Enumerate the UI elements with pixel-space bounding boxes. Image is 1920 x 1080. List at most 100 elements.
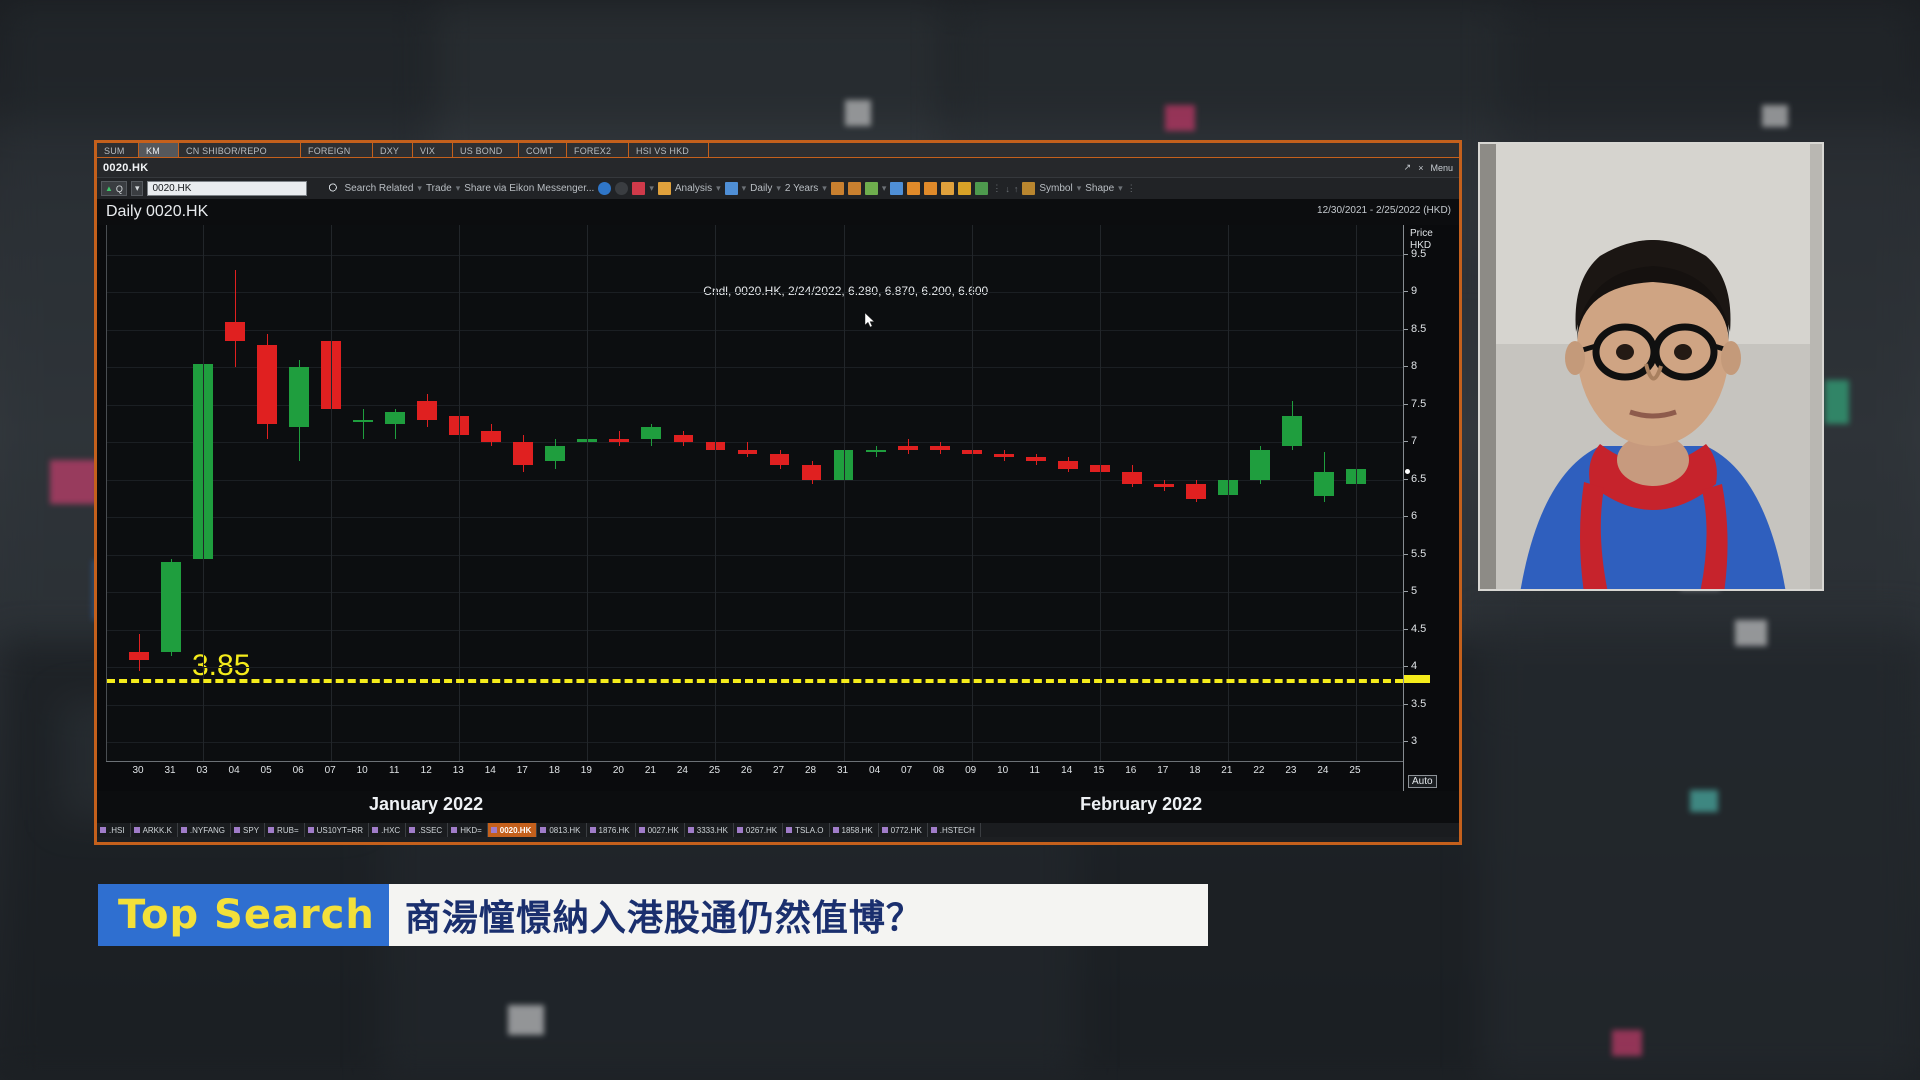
redo-icon[interactable] <box>615 182 628 195</box>
workspace-tab-comt[interactable]: COMT <box>519 143 567 157</box>
background-light <box>1165 105 1195 131</box>
watchlist-item[interactable]: US10YT=RR <box>305 823 369 837</box>
share-messenger-button[interactable]: Share via Eikon Messenger... <box>464 183 594 194</box>
watchlist-label: TSLA.O <box>795 826 823 835</box>
candle-body <box>898 446 918 450</box>
watchlist-swatch <box>688 827 694 833</box>
collapse-horizontal-icon[interactable] <box>924 182 937 195</box>
watchlist-label: SPY <box>243 826 259 835</box>
grid-line-horizontal <box>107 555 1403 556</box>
watchlist-item[interactable]: HKD= <box>448 823 488 837</box>
menu-button[interactable]: Menu <box>1430 163 1453 173</box>
search-icon[interactable] <box>327 182 340 195</box>
expand-horizontal-icon[interactable] <box>907 182 920 195</box>
workspace-tab-foreign[interactable]: FOREIGN <box>301 143 373 157</box>
interval-button[interactable]: Daily <box>750 183 772 194</box>
toolbar-sep-1: ▾ <box>417 183 422 194</box>
candle-body <box>738 450 758 454</box>
watchlist-status-bar[interactable]: .HSIARKK.K.NYFANG SPY RUB=US10YT=RR.HXC .SS… <box>97 823 1459 837</box>
watchlist-item[interactable]: 3333.HK <box>685 823 734 837</box>
drawing-icon[interactable] <box>1022 182 1035 195</box>
undo-icon[interactable] <box>598 182 611 195</box>
workspace-tab-cn-shibor-repo[interactable]: CN SHIBOR/REPO <box>179 143 301 157</box>
grid-line-horizontal <box>107 667 1403 668</box>
chart-plot-area[interactable]: Cndl, 0020.HK, 2/24/2022, 6.280, 6.870, … <box>97 225 1459 791</box>
toolbar-sep-3: ▾ <box>649 183 654 194</box>
watchlist-swatch <box>372 827 378 833</box>
candle-body <box>289 367 309 427</box>
watchlist-item[interactable]: .SSEC <box>406 823 448 837</box>
layers-icon[interactable] <box>725 182 738 195</box>
price-tick: 4 <box>1404 660 1417 672</box>
price-axis[interactable]: Price HKD Auto 9.598.587.576.565.554.543… <box>1403 225 1459 791</box>
chart-style-icon[interactable] <box>831 182 844 195</box>
date-tick: 23 <box>1285 765 1296 776</box>
watchlist-item[interactable]: 1876.HK <box>587 823 636 837</box>
workspace-tab-km[interactable]: KM <box>139 143 179 157</box>
quote-selector-button[interactable]: ▲ Q <box>101 181 127 196</box>
quote-dropdown-button[interactable]: ▾ <box>131 181 144 196</box>
watchlist-swatch <box>833 827 839 833</box>
workspace-tab-forex2[interactable]: FOREX2 <box>567 143 629 157</box>
hourglass-icon[interactable] <box>958 182 971 195</box>
watchlist-label: .SSEC <box>418 826 442 835</box>
auto-scale-button[interactable]: Auto <box>1408 775 1437 788</box>
watchlist-label: HKD= <box>460 826 482 835</box>
watchlist-item[interactable]: .NYFANG <box>178 823 231 837</box>
date-tick: 25 <box>1349 765 1360 776</box>
watchlist-item[interactable]: 1858.HK <box>830 823 879 837</box>
analysis-button[interactable]: Analysis <box>675 183 712 194</box>
workspace-tab-vix[interactable]: VIX <box>413 143 453 157</box>
candle-type-icon[interactable] <box>632 182 645 195</box>
watchlist-item[interactable]: TSLA.O <box>783 823 829 837</box>
grid-line-horizontal <box>107 592 1403 593</box>
workspace-tab-sum[interactable]: SUM <box>97 143 139 157</box>
toolbar-overflow-icon[interactable]: ⋮ <box>1127 183 1136 194</box>
symbol-menu-button[interactable]: Symbol <box>1039 183 1072 194</box>
background-light <box>1825 380 1849 424</box>
popout-icon[interactable]: ↗ <box>1404 162 1412 173</box>
watchlist-item[interactable]: 0267.HK <box>734 823 783 837</box>
price-tick: 6.5 <box>1404 473 1426 485</box>
watchlist-item[interactable]: ARKK.K <box>131 823 178 837</box>
date-tick: 14 <box>485 765 496 776</box>
shape-menu-button[interactable]: Shape <box>1085 183 1114 194</box>
chart-toolbar[interactable]: ▲ Q ▾ Search Related ▾ Trade ▾ Share via… <box>97 177 1459 199</box>
watchlist-item[interactable]: 0772.HK <box>879 823 928 837</box>
watchlist-item[interactable]: 0813.HK <box>537 823 586 837</box>
watchlist-item[interactable]: RUB= <box>265 823 305 837</box>
toolbar-sep-5: ▾ <box>742 183 747 194</box>
watchlist-item[interactable]: .HSTECH <box>928 823 981 837</box>
date-tick: 25 <box>709 765 720 776</box>
workspace-tab-us-bond[interactable]: US BOND <box>453 143 519 157</box>
window-controls[interactable]: ↗ × Menu <box>1404 162 1453 173</box>
watchlist-item[interactable]: 0027.HK <box>636 823 685 837</box>
grid-icon[interactable] <box>890 182 903 195</box>
headline-text: 商湯憧憬納入港股通仍然值博？ <box>405 889 923 941</box>
compare-icon[interactable] <box>848 182 861 195</box>
workspace-tab-hsi-vs-hkd[interactable]: HSI VS HKD <box>629 143 709 157</box>
expand-vertical-icon[interactable] <box>941 182 954 195</box>
date-tick: 28 <box>805 765 816 776</box>
trade-button[interactable]: Trade <box>426 183 452 194</box>
watchlist-item[interactable]: SPY <box>231 823 265 837</box>
watchlist-item[interactable]: .HSI <box>97 823 131 837</box>
watchlist-item[interactable]: 0020.HK <box>488 823 538 837</box>
search-related-button[interactable]: Search Related <box>344 183 413 194</box>
candlestick-plot[interactable]: Cndl, 0020.HK, 2/24/2022, 6.280, 6.870, … <box>106 225 1403 761</box>
candle-body <box>1250 450 1270 480</box>
workspace-tab-bar[interactable]: SUMKMCN SHIBOR/REPOFOREIGNDXYVIXUS BONDC… <box>97 143 1459 158</box>
workspace-tab-dxy[interactable]: DXY <box>373 143 413 157</box>
range-button[interactable]: 2 Years <box>785 183 818 194</box>
symbol-input[interactable] <box>147 181 307 196</box>
price-alert-line[interactable] <box>107 679 1403 683</box>
snapshot-icon[interactable] <box>975 182 988 195</box>
eikon-chart-window: SUMKMCN SHIBOR/REPOFOREIGNDXYVIXUS BONDC… <box>94 140 1462 845</box>
scale-icon[interactable] <box>865 182 878 195</box>
pin-icon[interactable]: × <box>1418 163 1423 173</box>
toolbar-sep-2: ▾ <box>456 183 461 194</box>
presenter-video <box>1478 142 1824 591</box>
grid-line-horizontal <box>107 517 1403 518</box>
analysis-icon[interactable] <box>658 182 671 195</box>
watchlist-item[interactable]: .HXC <box>369 823 406 837</box>
